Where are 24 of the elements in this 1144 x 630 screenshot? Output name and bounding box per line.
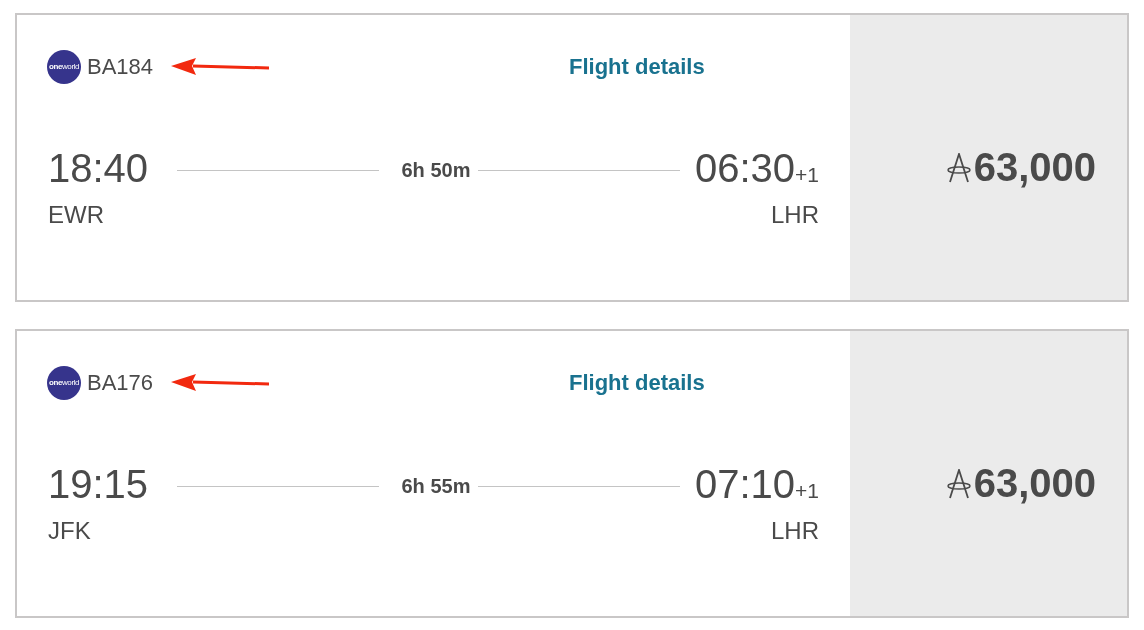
pointer-arrow-icon [171,58,270,76]
arrival-time: 06:30 [694,145,796,191]
departure-airport: EWR [48,201,105,229]
day-offset: +1 [795,479,819,503]
flight-details-link[interactable]: Flight details [569,370,705,396]
pointer-arrow-icon [171,374,270,392]
price: 63,000 [973,144,1096,190]
flight-duration: 6h 50m [400,158,472,182]
flight-number: BA176 [87,370,154,396]
day-offset: +1 [795,163,819,187]
airline-logo: oneworld [47,366,81,400]
airline-logo: oneworld [47,50,81,84]
departure-time: 18:40 [48,145,150,191]
currency-icon [946,153,971,183]
price: 63,000 [973,460,1096,506]
departure-time: 19:15 [48,461,150,507]
flight-duration: 6h 55m [400,474,472,498]
flight-details-link[interactable]: Flight details [569,54,705,80]
arrival-airport: LHR [770,517,819,545]
currency-icon [946,469,971,499]
flight-number: BA184 [87,54,154,80]
arrival-airport: LHR [770,201,819,229]
arrival-time: 07:10 [694,461,796,507]
departure-airport: JFK [48,517,92,545]
